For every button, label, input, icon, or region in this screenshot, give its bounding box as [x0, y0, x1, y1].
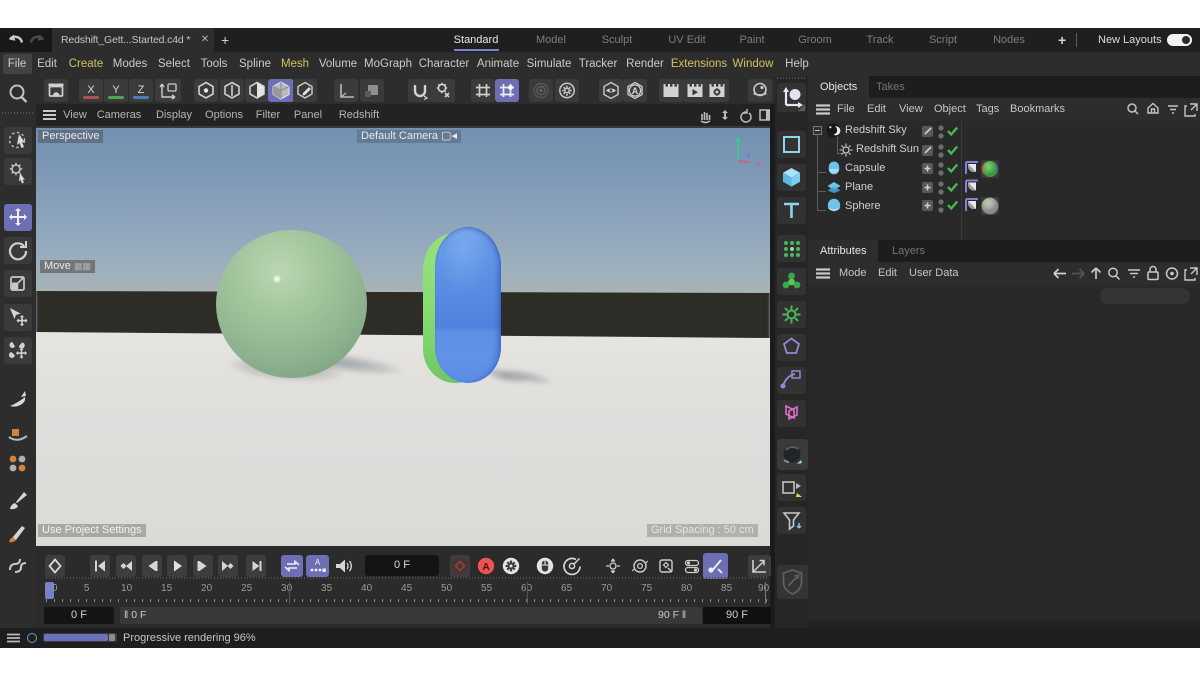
- svg-text:A: A: [632, 86, 639, 96]
- svg-text:X: X: [87, 84, 95, 96]
- svg-text:x: x: [756, 159, 760, 168]
- svg-text:A: A: [482, 561, 490, 573]
- svg-text:Z: Z: [138, 84, 145, 96]
- svg-text:Y: Y: [112, 84, 120, 96]
- svg-text:-z: -z: [744, 151, 751, 160]
- svg-text:A: A: [315, 558, 321, 567]
